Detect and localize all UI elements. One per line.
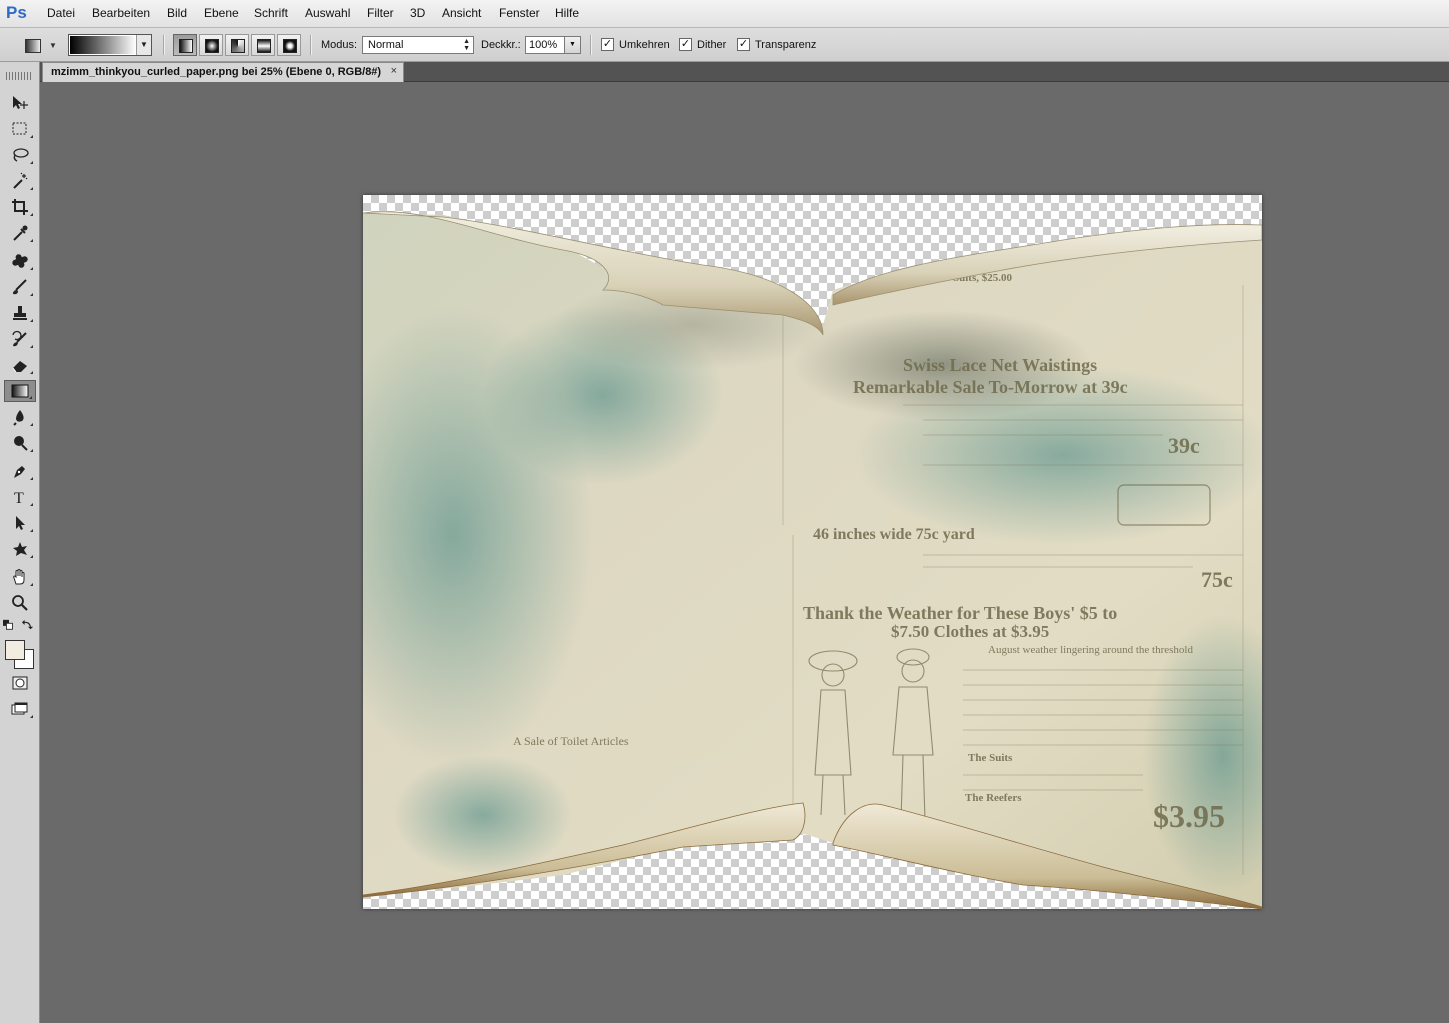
close-icon[interactable]: ×: [391, 65, 397, 77]
artwork-text: Swiss Lace Net Waistings: [903, 355, 1097, 375]
menu-ansicht[interactable]: Ansicht: [442, 6, 481, 20]
quick-mask-icon[interactable]: [4, 672, 36, 694]
gradient-tool-icon[interactable]: [4, 380, 36, 402]
options-bar: ▼ ▼ Modus: Normal ▲ ▼ Deckkr.: 100% ▼ ✓ U…: [0, 28, 1449, 62]
gradient-swatch: [70, 36, 136, 54]
reflected-gradient-button[interactable]: [251, 34, 275, 56]
artwork-text: The Reefers: [965, 792, 1022, 804]
transparency-label: Transparenz: [755, 39, 817, 51]
linear-gradient-icon: [179, 39, 193, 53]
menu-datei[interactable]: Datei: [47, 6, 75, 20]
opacity-label: Deckkr.:: [481, 39, 521, 51]
lasso-tool-icon[interactable]: [4, 144, 36, 166]
artwork-text: 46 inches wide 75c yard: [813, 526, 975, 543]
blur-tool-icon[interactable]: [4, 406, 36, 428]
document-tab-bar: mzimm_thinkyou_curled_paper.png bei 25% …: [40, 62, 1449, 82]
menu-schrift[interactable]: Schrift: [254, 6, 288, 20]
artwork-text: August weather lingering around the thre…: [988, 644, 1193, 656]
radial-gradient-button[interactable]: [199, 34, 223, 56]
menu-fenster[interactable]: Fenster: [499, 6, 540, 20]
artwork-text: $3.95: [1153, 798, 1225, 834]
document-tab[interactable]: mzimm_thinkyou_curled_paper.png bei 25% …: [42, 62, 404, 82]
tool-preset-picker[interactable]: ▼: [18, 34, 60, 56]
eraser-tool-icon[interactable]: [4, 354, 36, 376]
pen-tool-icon[interactable]: [4, 460, 36, 482]
crop-tool-icon[interactable]: [4, 196, 36, 218]
menu-ebene[interactable]: Ebene: [204, 6, 239, 20]
foreground-color-swatch[interactable]: [5, 640, 25, 660]
gradient-picker[interactable]: ▼: [68, 34, 152, 56]
magic-wand-tool-icon[interactable]: [4, 170, 36, 192]
swap-colors-icon[interactable]: [20, 618, 36, 632]
reflected-gradient-icon: [257, 39, 271, 53]
history-brush-tool-icon[interactable]: [4, 328, 36, 350]
marquee-tool-icon[interactable]: [4, 118, 36, 140]
menu-hilfe[interactable]: Hilfe: [555, 6, 579, 20]
artwork-text: Thank the Weather for These Boys' $5 to: [803, 603, 1117, 623]
toolbox-collapse-grip[interactable]: [6, 72, 32, 80]
updown-arrows-icon: ▲ ▼: [463, 38, 470, 52]
artwork-text: The Suits: [968, 752, 1013, 764]
document-canvas[interactable]: Suits, $25.00 Swiss Lace Net Waistings R…: [363, 195, 1262, 909]
custom-shape-tool-icon[interactable]: [4, 538, 36, 560]
artwork-text: 39c: [1168, 433, 1200, 458]
angle-gradient-icon: [231, 39, 245, 53]
eyedropper-tool-icon[interactable]: [4, 222, 36, 244]
curled-paper-artwork: Suits, $25.00 Swiss Lace Net Waistings R…: [363, 211, 1262, 909]
diamond-gradient-button[interactable]: [277, 34, 301, 56]
toolbox: T: [0, 62, 40, 1023]
linear-gradient-button[interactable]: [173, 34, 197, 56]
mode-select[interactable]: Normal ▲ ▼: [362, 36, 474, 54]
artwork-text: 75c: [1201, 567, 1233, 592]
mode-label: Modus:: [321, 39, 358, 51]
reverse-checkbox[interactable]: ✓: [601, 38, 614, 51]
opacity-input[interactable]: 100%: [525, 36, 565, 54]
photoshop-logo: Ps: [6, 3, 27, 22]
reverse-label: Umkehren: [619, 39, 670, 51]
menu-bar: Ps Datei Bearbeiten Bild Ebene Schrift A…: [0, 0, 1449, 28]
dither-label: Dither: [697, 39, 727, 51]
canvas-area[interactable]: Suits, $25.00 Swiss Lace Net Waistings R…: [40, 82, 1449, 1023]
move-tool-icon[interactable]: [4, 92, 36, 114]
diamond-gradient-icon: [283, 39, 297, 53]
zoom-tool-icon[interactable]: [4, 592, 36, 614]
menu-filter[interactable]: Filter: [367, 6, 394, 20]
separator: [163, 35, 165, 55]
dither-checkbox[interactable]: ✓: [679, 38, 692, 51]
menu-auswahl[interactable]: Auswahl: [305, 6, 350, 20]
type-tool-icon[interactable]: T: [4, 486, 36, 508]
separator: [590, 35, 592, 55]
menu-bild[interactable]: Bild: [167, 6, 187, 20]
angle-gradient-button[interactable]: [225, 34, 249, 56]
path-selection-tool-icon[interactable]: [4, 512, 36, 534]
opacity-dropdown-button[interactable]: ▼: [565, 36, 581, 54]
artwork-text: Remarkable Sale To-Morrow at 39c: [853, 377, 1128, 397]
svg-text:T: T: [14, 490, 24, 506]
menu-3d[interactable]: 3D: [410, 6, 425, 20]
brush-tool-icon[interactable]: [4, 276, 36, 298]
chevron-down-icon[interactable]: ▼: [136, 35, 151, 55]
menu-bearbeiten[interactable]: Bearbeiten: [92, 6, 150, 20]
document-tab-title: mzimm_thinkyou_curled_paper.png bei 25% …: [51, 66, 382, 78]
dodge-tool-icon[interactable]: [4, 432, 36, 454]
gradient-preset-icon: [25, 39, 41, 53]
healing-brush-tool-icon[interactable]: [4, 250, 36, 272]
clone-stamp-tool-icon[interactable]: [4, 302, 36, 324]
artwork-text: $7.50 Clothes at $3.95: [891, 622, 1049, 641]
radial-gradient-icon: [205, 39, 219, 53]
screen-mode-icon[interactable]: [4, 698, 36, 720]
hand-tool-icon[interactable]: [4, 566, 36, 588]
mode-value: Normal: [368, 39, 404, 51]
default-colors-icon[interactable]: [1, 618, 17, 632]
transparency-checkbox[interactable]: ✓: [737, 38, 750, 51]
chevron-down-icon: ▼: [49, 41, 57, 50]
artwork-text: A Sale of Toilet Articles: [513, 734, 629, 748]
separator: [310, 35, 312, 55]
